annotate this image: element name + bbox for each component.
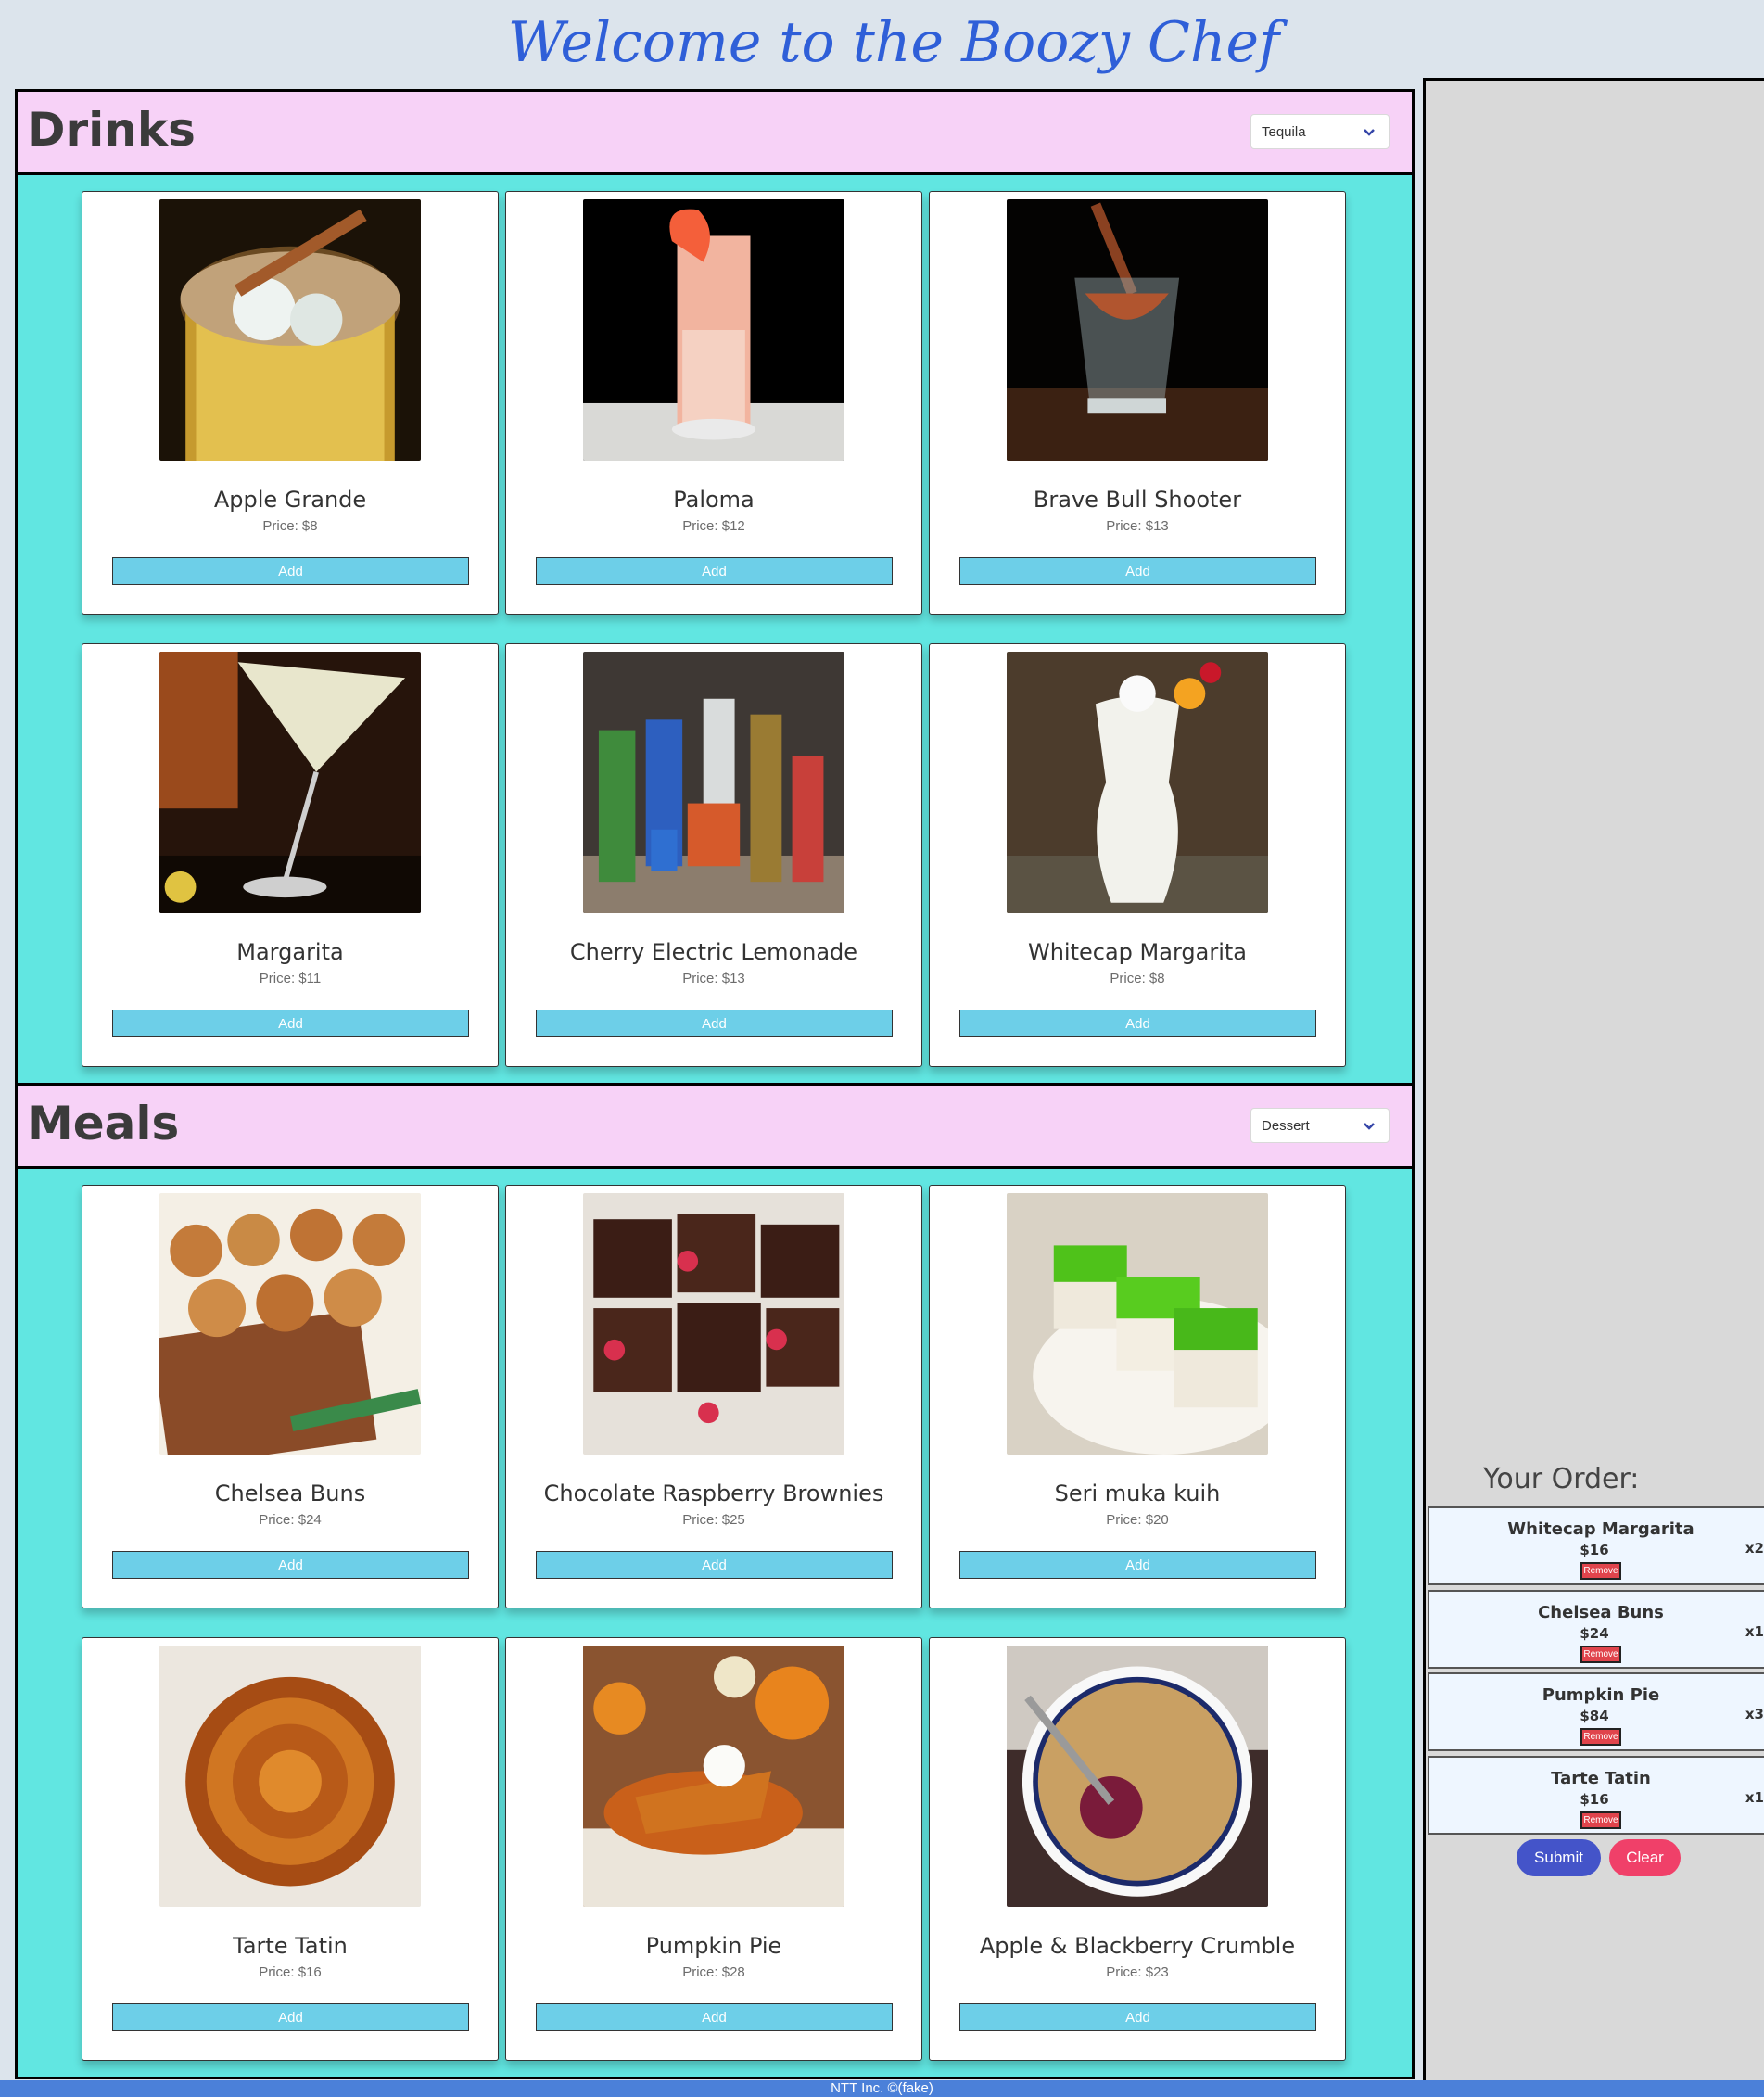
chelsea-buns-image	[159, 1193, 421, 1455]
item-name: Apple Grande	[213, 487, 367, 513]
drinks-category-select[interactable]: Tequila	[1250, 114, 1390, 149]
order-item-qty: x3	[1745, 1706, 1764, 1722]
menu-card: Apple & Blackberry Crumble Price: $23 Ad…	[929, 1637, 1346, 2061]
paloma-image	[583, 199, 844, 461]
add-button[interactable]: Add	[112, 557, 469, 585]
item-name: Whitecap Margarita	[1027, 939, 1247, 965]
meals-header: Meals Dessert	[18, 1083, 1412, 1169]
item-price: Price: $20	[1106, 1512, 1169, 1528]
order-item-total: $24	[1580, 1625, 1609, 1642]
order-item: Chelsea Buns $24 x1 Remove	[1428, 1590, 1764, 1669]
order-item-name: Chelsea Buns	[1538, 1603, 1664, 1622]
chevron-down-icon	[1363, 116, 1376, 162]
margarita-image	[159, 652, 421, 913]
add-button[interactable]: Add	[536, 557, 893, 585]
order-item-qty: x1	[1745, 1789, 1764, 1806]
menu-card: Apple Grande Price: $8 Add	[82, 191, 499, 615]
item-name: Paloma	[673, 487, 755, 513]
item-name: Cherry Electric Lemonade	[569, 939, 858, 965]
menu-column: Drinks Tequila Apple Grande Price: $8 Ad…	[15, 89, 1415, 2079]
item-price: Price: $28	[682, 1964, 745, 1980]
order-item-qty: x1	[1745, 1623, 1764, 1640]
add-button[interactable]: Add	[959, 557, 1316, 585]
drinks-grid: Apple Grande Price: $8 Add Paloma Price:…	[18, 175, 1412, 1083]
order-item-total: $16	[1580, 1542, 1609, 1558]
tarte-tatin-image	[159, 1646, 421, 1907]
add-button[interactable]: Add	[959, 2003, 1316, 2031]
chocolate-raspberry-brownies-image	[583, 1193, 844, 1455]
add-button[interactable]: Add	[959, 1551, 1316, 1579]
order-item-total: $16	[1580, 1791, 1609, 1808]
add-button[interactable]: Add	[112, 2003, 469, 2031]
menu-card: Cherry Electric Lemonade Price: $13 Add	[505, 643, 922, 1067]
clear-button[interactable]: Clear	[1609, 1839, 1681, 1876]
item-price: Price: $24	[259, 1512, 322, 1528]
add-button[interactable]: Add	[536, 2003, 893, 2031]
item-name: Pumpkin Pie	[645, 1933, 782, 1959]
add-button[interactable]: Add	[536, 1010, 893, 1037]
meals-title: Meals	[27, 1097, 180, 1150]
item-price: Price: $11	[259, 971, 322, 986]
whitecap-margarita-image	[1007, 652, 1268, 913]
item-name: Brave Bull Shooter	[1033, 487, 1242, 513]
menu-card: Margarita Price: $11 Add	[82, 643, 499, 1067]
add-button[interactable]: Add	[112, 1551, 469, 1579]
apple-blackberry-crumble-image	[1007, 1646, 1268, 1907]
item-name: Chelsea Buns	[214, 1481, 366, 1506]
item-name: Tarte Tatin	[233, 1933, 348, 1959]
item-price: Price: $8	[262, 518, 318, 534]
item-name: Seri muka kuih	[1054, 1481, 1221, 1506]
remove-button[interactable]: Remove	[1580, 1811, 1621, 1829]
remove-button[interactable]: Remove	[1580, 1728, 1621, 1746]
item-price: Price: $16	[259, 1964, 322, 1980]
submit-button[interactable]: Submit	[1517, 1839, 1601, 1876]
remove-button[interactable]: Remove	[1580, 1646, 1621, 1663]
meals-grid: Chelsea Buns Price: $24 Add Chocolate Ra…	[18, 1169, 1412, 2077]
drinks-title: Drinks	[27, 103, 196, 157]
item-price: Price: $8	[1110, 971, 1165, 986]
add-button[interactable]: Add	[536, 1551, 893, 1579]
menu-card: Seri muka kuih Price: $20 Add	[929, 1185, 1346, 1608]
item-name: Margarita	[236, 939, 344, 965]
footer: NTT Inc. ©(fake)	[0, 2080, 1764, 2097]
page-title: Welcome to the Boozy Chef	[507, 10, 1280, 75]
item-price: Price: $25	[682, 1512, 745, 1528]
order-item: Whitecap Margarita $16 x2 Remove	[1428, 1506, 1764, 1585]
drinks-select-value: Tequila	[1262, 124, 1306, 140]
menu-card: Whitecap Margarita Price: $8 Add	[929, 643, 1346, 1067]
drinks-header: Drinks Tequila	[18, 92, 1412, 175]
order-item-name: Pumpkin Pie	[1542, 1685, 1660, 1705]
item-name: Chocolate Raspberry Brownies	[543, 1481, 884, 1506]
meals-select-value: Dessert	[1262, 1118, 1310, 1134]
menu-card: Brave Bull Shooter Price: $13 Add	[929, 191, 1346, 615]
menu-card: Paloma Price: $12 Add	[505, 191, 922, 615]
item-price: Price: $23	[1106, 1964, 1169, 1980]
menu-card: Chelsea Buns Price: $24 Add	[82, 1185, 499, 1608]
order-title: Your Order:	[1483, 1463, 1640, 1495]
remove-button[interactable]: Remove	[1580, 1562, 1621, 1580]
meals-category-select[interactable]: Dessert	[1250, 1108, 1390, 1143]
item-price: Price: $12	[682, 518, 745, 534]
item-name: Apple & Blackberry Crumble	[979, 1933, 1296, 1959]
cherry-electric-lemonade-image	[583, 652, 844, 913]
menu-card: Pumpkin Pie Price: $28 Add	[505, 1637, 922, 2061]
order-item-total: $84	[1580, 1708, 1609, 1724]
menu-card: Tarte Tatin Price: $16 Add	[82, 1637, 499, 2061]
order-item: Pumpkin Pie $84 x3 Remove	[1428, 1672, 1764, 1751]
item-price: Price: $13	[682, 971, 745, 986]
pumpkin-pie-image	[583, 1646, 844, 1907]
order-item-name: Whitecap Margarita	[1507, 1519, 1694, 1539]
item-price: Price: $13	[1106, 518, 1169, 534]
order-item-name: Tarte Tatin	[1551, 1769, 1651, 1788]
menu-card: Chocolate Raspberry Brownies Price: $25 …	[505, 1185, 922, 1608]
brave-bull-shooter-image	[1007, 199, 1268, 461]
add-button[interactable]: Add	[112, 1010, 469, 1037]
apple-grande-image	[159, 199, 421, 461]
chevron-down-icon	[1363, 1110, 1376, 1156]
add-button[interactable]: Add	[959, 1010, 1316, 1037]
order-item-qty: x2	[1745, 1540, 1764, 1557]
seri-muka-kuih-image	[1007, 1193, 1268, 1455]
order-item: Tarte Tatin $16 x1 Remove	[1428, 1756, 1764, 1835]
